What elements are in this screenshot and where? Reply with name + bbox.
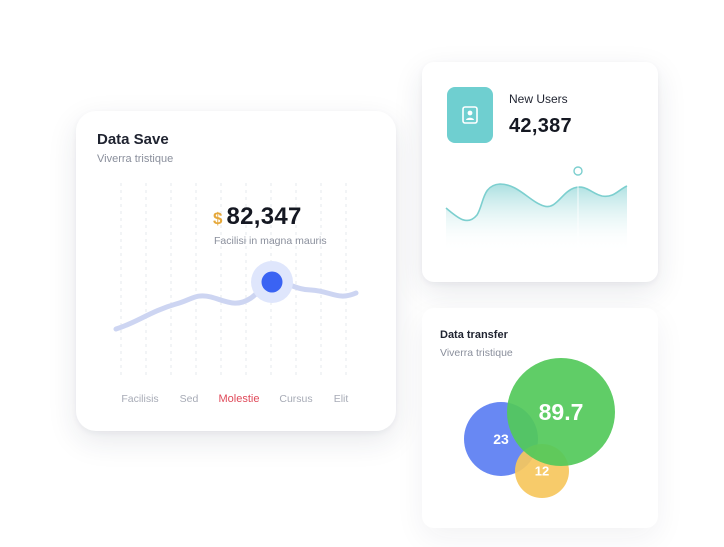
x-label-molestie[interactable]: Molestie	[219, 393, 260, 405]
data-save-amount: $ 82,347	[213, 203, 302, 231]
new-users-value: 42,387	[509, 115, 572, 137]
x-label-elit[interactable]: Elit	[334, 393, 349, 405]
data-transfer-bubble-chart: 23 12 89.7	[464, 358, 615, 498]
hover-point	[573, 166, 583, 176]
data-transfer-subtitle: Viverra tristique	[440, 347, 513, 359]
bubble-23-label: 23	[493, 431, 509, 447]
new-users-card: New Users 42,387	[422, 62, 658, 282]
amount-caption: Facilisi in magna mauris	[214, 235, 327, 247]
data-save-card: Data Save Viverra tristique $ 82,347 Fac…	[76, 111, 396, 431]
data-save-series-line	[113, 278, 359, 332]
person-glyph	[462, 106, 478, 124]
data-save-title: Data Save	[97, 131, 169, 148]
currency-symbol: $	[213, 209, 223, 228]
x-label-sed[interactable]: Sed	[180, 393, 199, 405]
bubble-89-7-label: 89.7	[539, 399, 584, 425]
new-users-label: New Users	[509, 92, 568, 106]
x-label-cursus[interactable]: Cursus	[279, 393, 312, 405]
data-transfer-title: Data transfer	[440, 329, 508, 341]
data-save-subtitle: Viverra tristique	[97, 153, 174, 165]
user-icon	[447, 87, 493, 143]
data-transfer-card: 23 12 89.7 Data transfer Viverra tristique	[422, 308, 658, 528]
bubble-12-label: 12	[535, 464, 549, 479]
amount-value: 82,347	[226, 203, 302, 230]
marker-point	[261, 271, 283, 293]
x-label-facilisis[interactable]: Facilisis	[121, 393, 158, 405]
